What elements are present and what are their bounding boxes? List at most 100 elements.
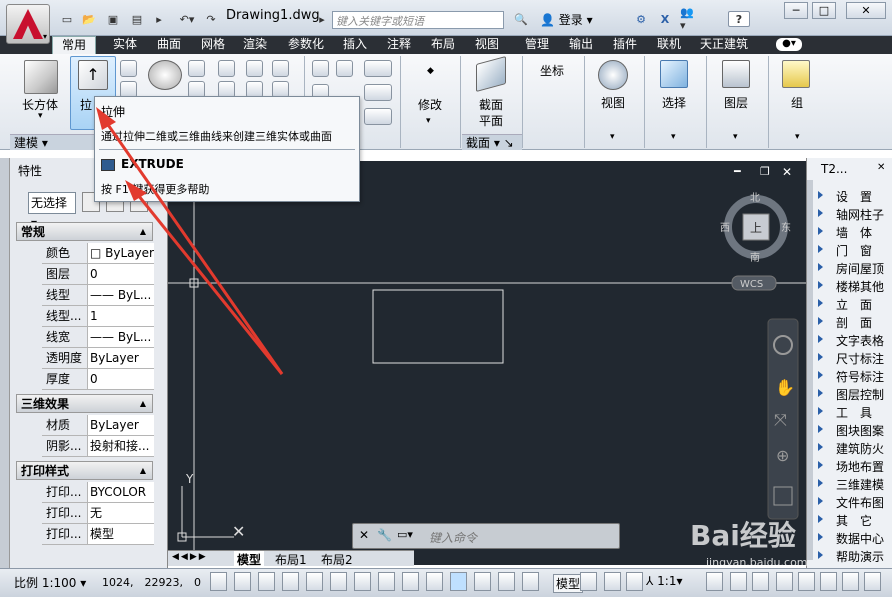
layer-icon[interactable] [722,60,750,88]
tangent-menu-item[interactable]: 立 面 [836,296,872,313]
prop-row[interactable]: 打印... BYCOLOR [42,482,154,503]
tangent-menu-item[interactable]: 房间屋顶 [836,260,884,277]
status-toggle-icon[interactable] [626,572,643,591]
tangent-menu-item[interactable]: 墙 体 [836,224,872,241]
prop-value[interactable]: ByLayer [88,348,154,368]
expand-arrow-icon[interactable] [818,299,823,307]
expand-arrow-icon[interactable] [818,245,823,253]
status-toggle-icon[interactable] [580,572,597,591]
expand-arrow-icon[interactable] [818,263,823,271]
undo-icon[interactable]: ↶▾ [174,11,200,27]
solid-tool-icon-1[interactable] [120,60,137,77]
tab-13[interactable]: 联机 [654,36,684,54]
prop-section-header[interactable]: 常规 ▲ [16,222,153,241]
prop-row[interactable]: 颜色 □ ByLayer [42,243,154,264]
collapse-arrow-icon[interactable]: ▲ [140,462,146,480]
status-toggle-icon[interactable] [402,572,419,591]
maximize-button[interactable]: □ [812,2,836,19]
tangent-menu-item[interactable]: 建筑防火 [836,440,884,457]
tangent-menu-item[interactable]: 图块图案 [836,422,884,439]
status-toggle-icon[interactable] [604,572,621,591]
group-label[interactable]: 组 [791,94,803,111]
select-icon[interactable] [660,60,688,88]
expand-arrow-icon[interactable] [818,533,823,541]
tab-9[interactable]: 视图 [472,36,502,54]
new-file-icon[interactable]: ▭ [58,11,76,27]
help-icon[interactable]: ? [728,11,750,27]
expand-arrow-icon[interactable] [818,515,823,523]
expand-arrow-icon[interactable] [818,551,823,559]
view-icon[interactable] [598,60,628,90]
more-qa-icon[interactable]: ▸ [150,11,168,27]
command-input[interactable]: 键入命令 [429,529,477,546]
expand-arrow-icon[interactable] [818,317,823,325]
draw-tool-icon-3[interactable] [364,60,392,77]
status-toggle-icon[interactable] [522,572,539,591]
view-dropdown-icon[interactable]: ▾ [610,132,615,142]
expand-arrow-icon[interactable] [818,407,823,415]
zoom-icon[interactable]: ⤧ [774,410,787,429]
union-icon[interactable] [218,60,235,77]
status-toggle-icon[interactable] [752,572,769,591]
status-toggle-icon[interactable] [282,572,299,591]
status-toggle-icon[interactable] [306,572,323,591]
command-close-icon[interactable]: ✕ [359,528,369,542]
expand-arrow-icon[interactable] [818,461,823,469]
modify-icon[interactable]: ◆ [427,66,434,76]
box-icon[interactable] [24,60,58,94]
tangent-menu-item[interactable]: 门 窗 [836,242,872,259]
layout-tab-model[interactable]: 模型 [234,551,265,568]
solid-edit-icon-1[interactable] [246,60,263,77]
tangent-close-icon[interactable]: ✕ [877,162,885,173]
prop-value[interactable]: □ ByLayer [88,243,154,263]
status-toggle-icon[interactable] [730,572,747,591]
user-center-icon[interactable]: 👥▾ [680,6,698,32]
solid-edit-icon-3[interactable] [272,60,289,77]
section-plane-label-1[interactable]: 截面 [479,96,503,113]
drawing-canvas[interactable]: Y ✕ 上 北 南 东 西 WCS ✋ ⤧ ⊕ ━ ❐ ✕ ✕ 🔧 ▭▾ 键入命… [168,161,806,565]
tab-5[interactable]: 参数化 [286,36,326,54]
command-prompt-icon[interactable]: ▭▾ [397,528,413,541]
status-toggle-icon[interactable] [234,572,251,591]
expand-arrow-icon[interactable] [818,353,823,361]
command-line[interactable]: ✕ 🔧 ▭▾ 键入命令 [352,523,620,549]
status-toggle-icon[interactable] [450,572,467,591]
status-toggle-icon[interactable] [776,572,793,591]
layer-label[interactable]: 图层 [724,94,748,111]
collapse-arrow-icon[interactable]: ▲ [140,395,146,413]
expand-arrow-icon[interactable] [818,191,823,199]
section-group-bar[interactable]: 截面 ▾ ↘ [462,134,522,150]
prop-value[interactable]: ByLayer [88,415,154,435]
prop-value[interactable]: 0 [88,369,154,389]
tangent-menu-item[interactable]: 图层控制 [836,386,884,403]
prop-row[interactable]: 透明度 ByLayer [42,348,154,369]
prop-row[interactable]: 阴影... 投射和接... [42,436,154,457]
status-toggle-icon[interactable] [820,572,837,591]
prop-value[interactable]: 0 [88,264,154,284]
annotation-scale[interactable]: ⅄ 1:1▾ [646,574,683,588]
tangent-menu-item[interactable]: 帮助演示 [836,548,884,565]
login-button[interactable]: 👤 登录 ▾ [540,11,593,28]
expand-arrow-icon[interactable] [818,335,823,343]
prop-row[interactable]: 材质 ByLayer [42,415,154,436]
tab-1[interactable]: 实体 [110,36,140,54]
close-button[interactable]: ✕ [846,2,886,19]
tangent-menu-item[interactable]: 三维建模 [836,476,884,493]
draw-tool-icon-5[interactable] [364,84,392,101]
status-toggle-icon[interactable] [474,572,491,591]
prop-value[interactable]: 模型 [88,524,154,544]
tab-14[interactable]: 天正建筑 [698,36,750,54]
exchange-icon[interactable]: ⚙ [632,11,650,27]
group-icon[interactable] [782,60,810,88]
tab-11[interactable]: 输出 [566,36,596,54]
section-plane-label-2[interactable]: 平面 [479,112,503,129]
status-toggle-icon[interactable] [354,572,371,591]
expand-arrow-icon[interactable] [818,497,823,505]
tab-2[interactable]: 曲面 [154,36,184,54]
pan-hand-icon[interactable]: ✋ [775,378,795,397]
prop-row[interactable]: 线型... 1 [42,306,154,327]
status-toggle-icon[interactable] [798,572,815,591]
save-as-icon[interactable]: ▤ [128,11,146,27]
collapse-arrow-icon[interactable]: ▲ [140,223,146,241]
tangent-menu-item[interactable]: 数据中心 [836,530,884,547]
